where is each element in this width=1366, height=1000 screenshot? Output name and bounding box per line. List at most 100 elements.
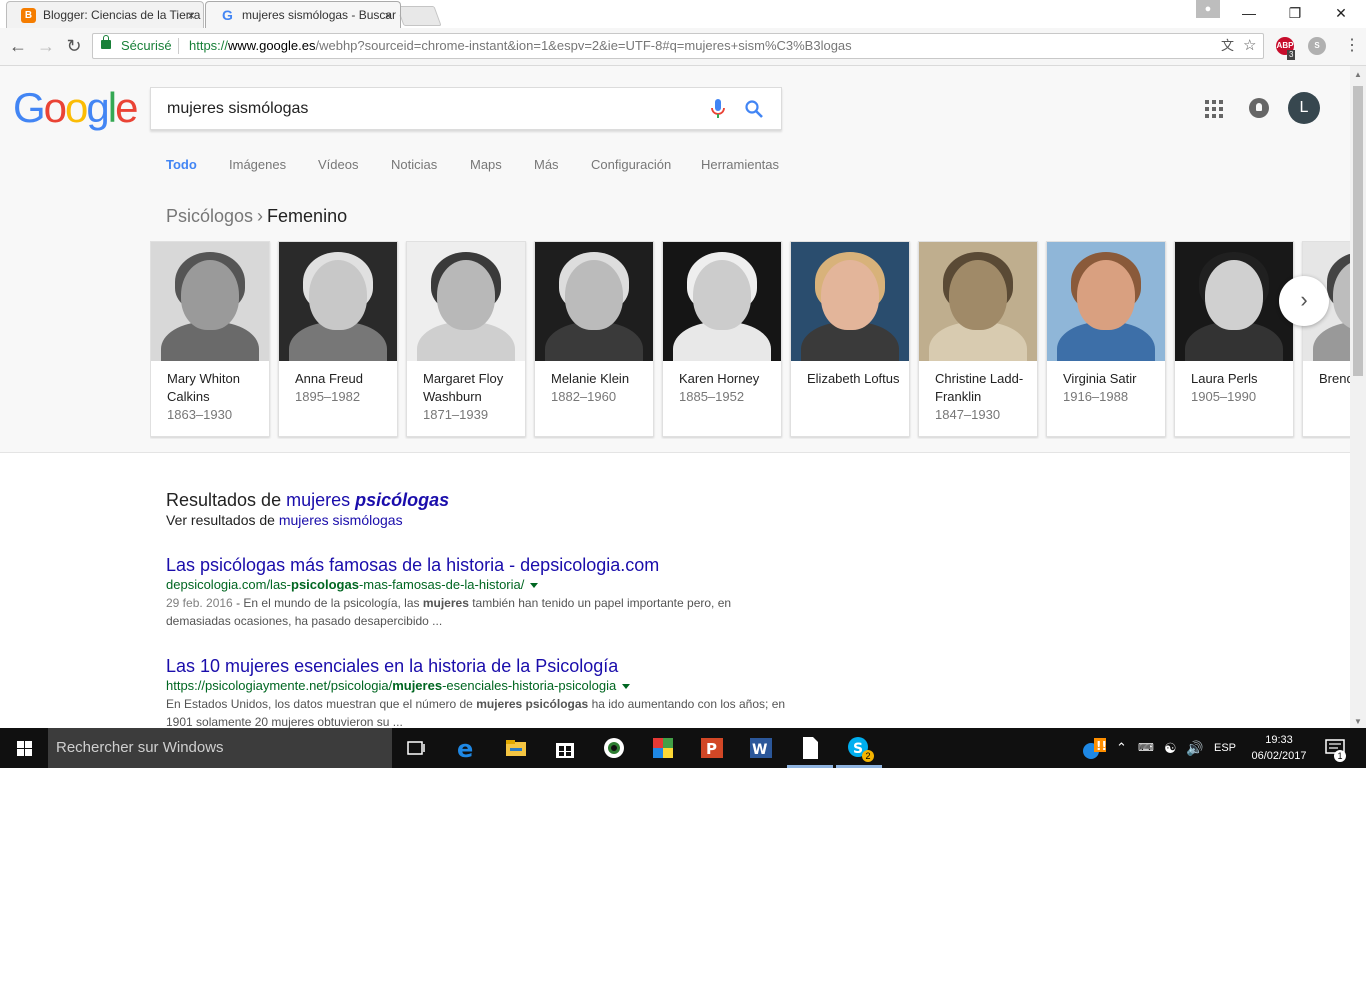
svg-text:e: e xyxy=(457,735,473,762)
address-bar[interactable]: Sécurisé https://www.google.es/webhp?sou… xyxy=(92,33,1264,59)
tab-more[interactable]: Más xyxy=(534,157,559,172)
person-years: 1885–1952 xyxy=(679,389,745,404)
result-title-link[interactable]: Las psicólogas más famosas de la histori… xyxy=(166,554,786,576)
tab-maps[interactable]: Maps xyxy=(470,157,502,172)
account-avatar[interactable]: L xyxy=(1288,92,1320,124)
person-card[interactable]: Christine Ladd-Franklin 1847–1930 xyxy=(918,241,1038,437)
person-card[interactable]: Brenda xyxy=(1302,241,1350,437)
skype-ext-icon[interactable]: S xyxy=(1308,37,1326,55)
tab-settings[interactable]: Configuración xyxy=(591,157,671,172)
divider xyxy=(178,38,179,54)
person-name: Laura Perls xyxy=(1191,371,1258,386)
logo-letter: l xyxy=(107,84,117,131)
tab-all[interactable]: Todo xyxy=(166,157,197,172)
dropdown-arrow-icon[interactable] xyxy=(622,684,631,690)
apps-grid-icon[interactable] xyxy=(1205,100,1223,118)
store-icon[interactable] xyxy=(551,734,579,762)
tab-google-search[interactable]: G mujeres sismólogas - Buscar con Google… xyxy=(205,1,401,28)
search-result: Las psicólogas más famosas de la histori… xyxy=(166,554,786,630)
portrait-face xyxy=(1205,260,1263,330)
breadcrumb-parent[interactable]: Psicólogos xyxy=(166,206,253,226)
tab-title: mujeres sismólogas - Buscar con Google xyxy=(242,8,400,22)
word-icon[interactable]: W xyxy=(747,734,775,762)
new-tab-button[interactable] xyxy=(396,6,442,26)
clock[interactable]: 19:33 06/02/2017 xyxy=(1244,732,1314,764)
carousel-next-button[interactable]: › xyxy=(1279,276,1329,326)
person-photo xyxy=(535,242,653,361)
profile-icon[interactable]: ● xyxy=(1196,0,1220,18)
menu-icon[interactable]: ⋮ xyxy=(1344,36,1360,56)
keyboard-icon[interactable]: ⌨ xyxy=(1138,728,1154,768)
tab-news[interactable]: Noticias xyxy=(391,157,437,172)
notifications-icon[interactable] xyxy=(1249,98,1269,118)
translate-icon[interactable]: 文 xyxy=(1221,34,1234,58)
tab-images[interactable]: Imágenes xyxy=(229,157,286,172)
browser-toolbar: ← → ↻ Sécurisé https://www.google.es/web… xyxy=(0,28,1366,66)
volume-icon[interactable]: 🔊 xyxy=(1186,728,1203,768)
person-name: Anna Freud xyxy=(295,371,363,386)
search-input[interactable] xyxy=(165,96,689,122)
snippet-bold: mujeres xyxy=(422,596,469,610)
forward-button[interactable]: → xyxy=(34,34,58,58)
dropdown-arrow-icon[interactable] xyxy=(530,583,539,589)
corrected-bold: psicólogas xyxy=(355,490,450,510)
corrected-query-link[interactable]: mujeres psicólogas xyxy=(286,490,449,510)
cite-bold: mujeres xyxy=(392,678,443,693)
person-card[interactable]: Margaret Floy Washburn 1871–1939 xyxy=(406,241,526,437)
notification-count: 1 xyxy=(1334,750,1346,762)
powerpoint-icon[interactable]: P xyxy=(698,734,726,762)
scroll-up-icon[interactable]: ▲ xyxy=(1354,70,1362,79)
reload-button[interactable]: ↻ xyxy=(62,34,86,58)
google-logo[interactable]: Google xyxy=(13,84,138,132)
person-photo xyxy=(919,242,1037,361)
star-icon[interactable]: ☆ xyxy=(1243,34,1256,58)
chevron-right-icon: › xyxy=(1300,287,1308,312)
back-button[interactable]: ← xyxy=(6,34,30,58)
scroll-down-icon[interactable]: ▼ xyxy=(1354,717,1362,726)
person-card[interactable]: Laura Perls 1905–1990 xyxy=(1174,241,1294,437)
file-explorer-icon[interactable] xyxy=(502,734,530,762)
start-button[interactable] xyxy=(0,728,48,768)
wifi-icon[interactable]: ☯ xyxy=(1164,728,1177,768)
tab-tools[interactable]: Herramientas xyxy=(701,157,779,172)
see-results-prefix: Ver resultados de xyxy=(166,512,275,528)
tab-title: Blogger: Ciencias de la Tierra xyxy=(43,8,201,22)
microphone-icon[interactable] xyxy=(708,98,728,120)
tab-videos[interactable]: Vídeos xyxy=(318,157,358,172)
taskbar-search[interactable]: Rechercher sur Windows xyxy=(48,728,392,768)
result-title-link[interactable]: Las 10 mujeres esenciales en la historia… xyxy=(166,655,786,677)
person-card[interactable]: Virginia Satir 1916–1988 xyxy=(1046,241,1166,437)
restore-button[interactable]: ❐ xyxy=(1272,0,1318,28)
paint-app-icon[interactable] xyxy=(649,734,677,762)
security-label: Sécurisé xyxy=(121,38,172,53)
edge-icon[interactable]: e xyxy=(453,734,481,762)
chevron-up-icon[interactable]: ⌃ xyxy=(1116,728,1127,768)
result-url: https://psicologiaymente.net/psicologia/… xyxy=(166,677,786,695)
portrait-face xyxy=(181,260,239,330)
document-icon[interactable] xyxy=(796,734,824,762)
close-window-button[interactable]: ✕ xyxy=(1318,0,1364,28)
close-icon[interactable]: × xyxy=(187,2,195,28)
person-years: 1905–1990 xyxy=(1191,389,1257,404)
original-query-link[interactable]: mujeres sismólogas xyxy=(279,512,403,528)
search-icon[interactable] xyxy=(744,99,764,119)
logo-letter: g xyxy=(86,84,109,131)
person-name: Mary Whiton Calkins xyxy=(167,371,240,404)
person-card[interactable]: Anna Freud 1895–1982 xyxy=(278,241,398,437)
update-alert-icon[interactable]: !! xyxy=(1080,734,1108,762)
person-card[interactable]: Melanie Klein 1882–1960 xyxy=(534,241,654,437)
scrollbar-thumb[interactable] xyxy=(1353,86,1363,376)
task-view-icon[interactable] xyxy=(402,734,430,762)
person-card[interactable]: Mary Whiton Calkins 1863–1930 xyxy=(150,241,270,437)
close-icon[interactable]: × xyxy=(384,2,392,28)
person-card[interactable]: Elizabeth Loftus xyxy=(790,241,910,437)
spelling-correction: Resultados de mujeres psicólogas xyxy=(166,490,449,511)
webcam-app-icon[interactable] xyxy=(600,734,628,762)
language-indicator[interactable]: ESP xyxy=(1214,728,1236,768)
minimize-button[interactable]: — xyxy=(1226,0,1272,28)
person-card[interactable]: Karen Horney 1885–1952 xyxy=(662,241,782,437)
tab-blogger[interactable]: B Blogger: Ciencias de la Tierra × xyxy=(6,1,204,28)
person-years: 1882–1960 xyxy=(551,389,617,404)
portrait-body xyxy=(1313,322,1350,361)
page-scrollbar[interactable]: ▲ ▼ xyxy=(1350,66,1366,728)
